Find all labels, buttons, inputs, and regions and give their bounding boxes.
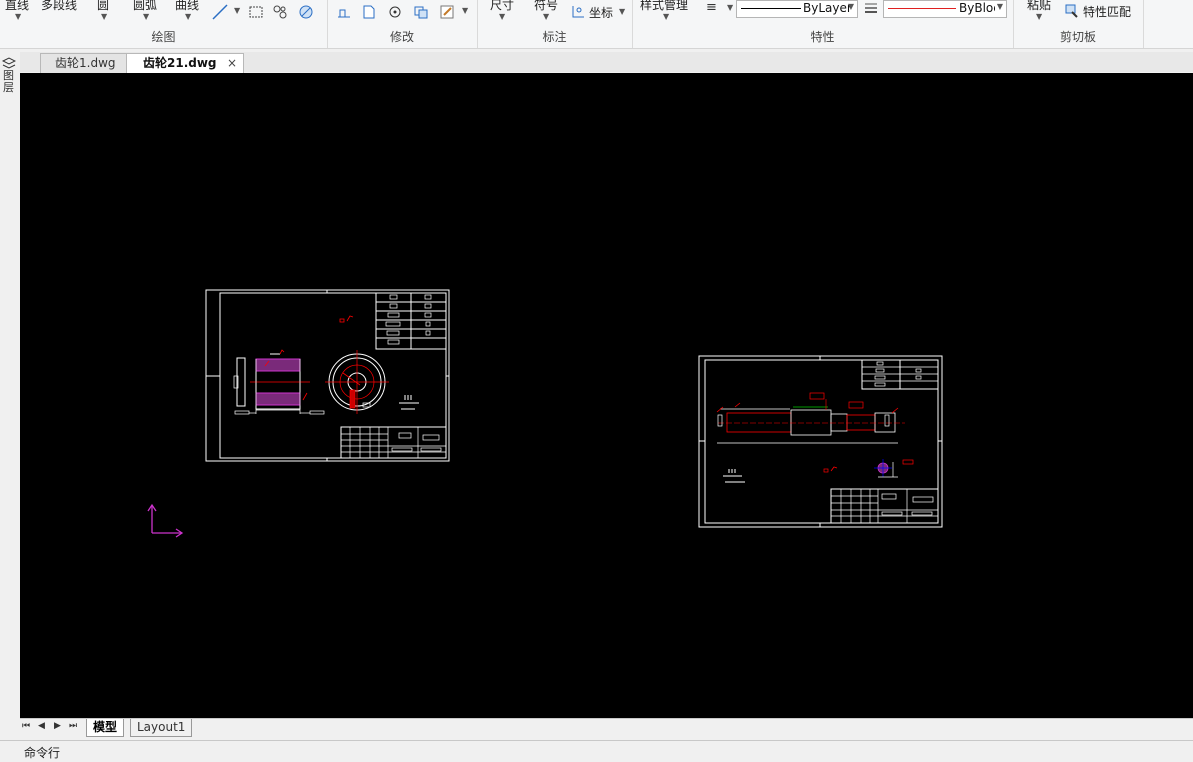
clipboard-group: 粘贴 ▼ 特性匹配 剪切板 [1013,0,1144,48]
doc-tab-gear21[interactable]: 齿轮21.dwg × [126,53,244,73]
title-block-gear [340,426,447,459]
construction-line-caret[interactable]: ▼ [234,6,240,15]
layout-tab-bar: ⏮ ◀ ▶ ⏭ 模型 Layout1 [20,718,1193,737]
clipboard-group-label: 剪切板 [1059,30,1096,44]
hatch-icon[interactable] [298,4,314,20]
properties-group: 样式管理 ▼ ≡ ▼ ByLayer ▼ ByBlock ▼ 特性 [632,0,1014,48]
command-line[interactable]: 命令行 [0,740,1193,762]
symbol-dropdown-caret[interactable]: ▼ [543,12,549,21]
shaft-section-view [874,459,914,478]
draw-group: 直线 ▼ 多段线 圆 ▼ 圆弧 ▼ 曲线 ▼ ▼ 绘图 [0,0,328,48]
lineweight-dropdown[interactable]: ByBlock ▼ [883,0,1007,18]
drawing-canvas[interactable] [20,73,1193,718]
parameter-table [375,292,447,350]
command-line-label: 命令行 [24,746,61,760]
linetype-value: ByLayer [803,1,852,15]
ucs-icon [147,503,184,538]
linetype-dropdown[interactable]: ByLayer ▼ [736,0,858,18]
polyline-button[interactable]: 多段线 [41,0,77,13]
tab-layout1-label: Layout1 [137,720,186,734]
linetype-list-icon[interactable]: ≡ [706,0,717,15]
annotate-group-label: 标注 [542,30,567,44]
linetype-sample-line [741,8,801,9]
document-edit-icon[interactable] [361,4,377,20]
arc-dropdown-caret[interactable]: ▼ [143,12,149,21]
modify-group-label: 修改 [389,30,414,44]
linetype-list-caret[interactable]: ▼ [727,3,733,12]
close-tab-icon[interactable]: × [227,54,237,73]
last-layout-button[interactable]: ⏭ [69,721,77,731]
tab-layout1[interactable]: Layout1 [130,719,193,737]
lineweight-dropdown-caret: ▼ [996,2,1003,11]
paste-dropdown-caret[interactable]: ▼ [1036,12,1042,21]
doc-tab-label: 齿轮21.dwg [143,56,217,70]
gear-section-view [233,349,325,415]
align-icon[interactable] [336,4,352,20]
modify-more-caret[interactable]: ▼ [462,6,468,15]
draw-group-label: 绘图 [151,30,176,44]
doc-tab-label: 齿轮1.dwg [55,56,116,70]
linetype-dropdown-caret: ▼ [847,2,854,11]
line-dropdown-caret[interactable]: ▼ [15,12,21,21]
copy-objects-icon[interactable] [413,4,429,20]
style-manager-caret[interactable]: ▼ [663,12,669,21]
construction-line-icon[interactable] [212,4,228,20]
region-icon[interactable] [272,4,288,20]
ribbon: 直线 ▼ 多段线 圆 ▼ 圆弧 ▼ 曲线 ▼ ▼ 绘图 ▼ 修改 尺寸 ▼ 符号… [0,0,1193,49]
first-layout-button[interactable]: ⏮ [22,721,30,731]
match-properties-button[interactable]: 特性匹配 [1083,3,1131,20]
coordinate-button[interactable]: 坐标 [589,4,613,21]
properties-group-label: 特性 [810,30,835,44]
dimension-dropdown-caret[interactable]: ▼ [499,12,505,21]
title-block-shaft [830,488,939,524]
rectangle-icon[interactable] [248,4,264,20]
annotate-group: 尺寸 ▼ 符号 ▼ 坐标 ▼ 标注 [477,0,633,48]
gear-front-view [325,350,389,414]
tab-model-label: 模型 [93,720,118,734]
shaft-main-view [716,392,905,444]
drawing-sheet-gear[interactable] [205,289,450,462]
tab-model[interactable]: 模型 [86,719,125,737]
rotate-icon[interactable] [387,4,403,20]
coordinate-dropdown-caret[interactable]: ▼ [619,7,625,16]
curve-dropdown-caret[interactable]: ▼ [185,12,191,21]
lineweight-sample-line [888,8,956,9]
parameter-table-shaft [861,359,939,390]
lineweight-icon[interactable] [863,0,879,16]
modify-group: ▼ 修改 [327,0,478,48]
left-vertical-toolbar: 图层 [0,52,20,718]
edit-properties-icon[interactable] [439,4,455,20]
layer-tool-icon[interactable] [2,57,16,69]
model-space-drawing [147,289,943,538]
prev-layout-button[interactable]: ◀ [38,721,45,731]
coordinate-icon[interactable] [570,4,586,20]
circle-dropdown-caret[interactable]: ▼ [101,12,107,21]
layer-panel-label[interactable]: 图层 [3,70,15,94]
match-properties-icon[interactable] [1064,3,1080,19]
document-tab-bar: 齿轮1.dwg 齿轮21.dwg × [20,52,1193,73]
next-layout-button[interactable]: ▶ [54,721,61,731]
lineweight-value: ByBlock [959,1,995,15]
drawing-sheet-shaft[interactable] [698,355,943,528]
